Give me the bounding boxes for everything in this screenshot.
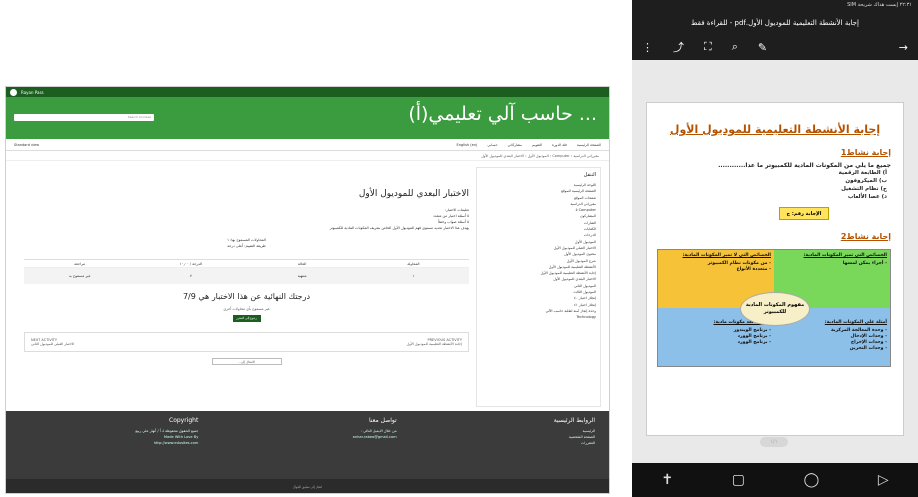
menu-item-categories[interactable]: فئة الدورة [552,143,567,147]
site-title: حاسب آلي تعليمي(أ) ... [408,103,597,125]
site-footer: الروابط الرئيسية الرئيسية الصفحة الشخصية… [6,411,609,479]
next-activity-link[interactable]: NEXT ACTIVITY الاختبار القبلي للموديول ا… [31,338,74,346]
page-indicator: ١/١ [760,437,788,447]
pdf-toolbar: ⋮ ⤴ ⛶ ⌕ ✎ → [632,34,918,60]
column-header: المحاولة [407,261,420,266]
back-icon[interactable]: ▷ [878,472,889,488]
fullscreen-icon[interactable]: ⛶ [704,40,712,54]
option: أ) الطابعة الرقمية [838,170,887,176]
final-grade: درجتك النهائية عن هذا الاختبار هي 7/9 [182,292,311,301]
edit-icon[interactable]: ✎ [758,41,767,54]
footer-contact-title: تواصل معنا [368,417,397,424]
table-cell: ١ [412,274,415,278]
more-menu-icon[interactable]: ⋮ [642,41,653,54]
search-icon[interactable]: ⌕ [732,40,738,54]
share-icon[interactable]: ⤴ [673,39,684,55]
recents-icon[interactable]: ▢ [732,472,745,488]
browser-tab-title[interactable]: Rayan Pass [21,90,44,95]
status-bar: ٢٢:٣١ إيست هداك شريحة SIM [632,0,918,12]
menu-item-calendar[interactable]: التقويم [532,143,542,147]
column-header: الدرجة / ١٠٫٠٠ [179,261,202,266]
footer-links: الروابط الرئيسية الرئيسية الصفحة الشخصية… [417,417,595,473]
quiz-main: الاختبار البعدي للموديول الأول تعليمات ا… [24,167,469,365]
main-menu: الصفحة الرئيسية فئة الدورة التقويم مشارك… [6,139,609,151]
jump-to-select[interactable]: الانتقال إلى... [211,358,282,365]
page-content: التنقل اللوحة الرئيسية الصفحة الرئيسية لل… [6,163,609,411]
footer-email[interactable]: anhar.rabea@gmail.com [218,434,397,440]
option: ب) الميكروفون [845,178,887,184]
activity-2-heading: إجابة نشاط2 [840,232,891,241]
standard-view-toggle[interactable]: Standard view [14,143,39,147]
pdf-page: إجابة الأنشطة التعليمية للموديول الأول إ… [646,102,904,436]
back-arrow-icon[interactable]: → [899,41,908,54]
footer-links-title: الروابط الرئيسية [553,417,595,424]
menu-item-account[interactable]: حسابي [487,143,497,147]
activity-1-heading: إجابة نشاط1 [840,148,891,157]
cell-item: - متعددة الأنواع [736,267,771,272]
frayer-model-diagram: الخصائص التي تميز المكونات المادية: - أج… [657,249,891,367]
document-title: إجابة الأنشطة التعليمية للموديول الأول [669,123,881,136]
cell-title: الخصائص التي تميز المكونات المادية: [803,253,887,258]
table-cell: منتهية [297,274,307,278]
cell-item: - وحدات التخزين [849,346,887,351]
desktop-browser-window: Rayan Pass Search Courses حاسب آلي تعليم… [5,86,610,494]
question-1: جميع ما يلي من المكونات المادية للكمبيوت… [718,162,891,169]
navigation-block: التنقل اللوحة الرئيسية الصفحة الرئيسية لل… [476,167,601,407]
cell-item: - برنامج الوورد [737,340,771,345]
menu-item-my-courses[interactable]: مشاركاتي [508,143,522,147]
phone-screen: ٢٢:٣١ إيست هداك شريحة SIM إجابة الأنشطة … [632,0,918,497]
pdf-title: إجابة الأنشطة التعليمية للموديول الأول.p… [632,12,918,34]
mobile-app-link[interactable]: انتقل إلى تطبيق الجوال [6,479,609,493]
no-more-attempts: غير مسموح بأي محاولات أخرى [223,307,270,311]
navigation-list: اللوحة الرئيسية الصفحة الرئيسية للموقع صفح… [481,182,596,321]
attempts-table: المحاولة الحالة الدرجة / ١٠٫٠٠ مراجعة ١ … [24,259,469,284]
activity-navigation: PREVIOUS ACTIVITY إجابة الأنشطة التعليمي… [24,332,469,352]
answer-box: الإجابة رقم: ج [779,207,829,220]
footer-site-link[interactable]: http://www.edusites.com [20,440,199,446]
table-cell: غير مسموح به [68,274,91,278]
cell-title: الخصائص التي لا تميز المكونات المادية: [682,253,771,258]
column-header: مراجعة [74,261,86,266]
sidebar-item[interactable]: Technology [481,314,596,320]
concept-center: مفهوم المكونات المادية للكمبيوتر [740,292,810,326]
previous-activity-name: إجابة الأنشطة التعليمية للموديول الأول [406,342,462,346]
next-activity-name: الاختبار القبلي للموديول الثاني [31,342,75,346]
option: د) عصا الألعاب [847,194,887,200]
previous-activity-link[interactable]: PREVIOUS ACTIVITY إجابة الأنشطة التعليمي… [407,338,462,346]
column-header: الحالة [297,261,307,266]
navigation-title: التنقل [583,172,596,178]
browser-tab-bar: Rayan Pass [6,87,609,97]
attempts-table-header: المحاولة الحالة الدرجة / ١٠٫٠٠ مراجعة [24,260,469,268]
breadcrumb[interactable]: مقرراتي الدراسية ‹ Computer ‹ الموديول ا… [6,151,609,161]
table-cell: ٧ [189,274,192,278]
option: ج) نظام التشغيل [841,186,887,192]
accessibility-icon[interactable]: ✝ [661,472,673,488]
footer-copyright: Copyright جميع الحقوق محفوظة لـ أ / أنها… [20,417,198,473]
menu-item-language[interactable]: English (en) [457,143,478,147]
cell-item: - أجزاء يمكن لمسها [842,261,887,266]
grading-method: طريقة التقييم: أعلى درجة [227,244,266,248]
footer-link[interactable]: المقررات [417,440,595,446]
footer-contact: تواصل معنا من خلال الايميل التالي : anha… [218,417,397,473]
android-nav-bar: ✝ ▢ ◯ ▷ [632,463,918,497]
back-to-course-button[interactable]: رجوع إلى المقرر [232,315,261,322]
home-icon[interactable]: ◯ [804,472,820,488]
course-search-input[interactable]: Search Courses [14,114,154,121]
quiz-description: يهدف هذا الاختبار تحديد مستوى فهم المودي… [329,226,469,230]
site-header: Search Courses حاسب آلي تعليمي(أ) ... [6,97,609,139]
footer-copyright-title: Copyright [169,417,199,424]
screenshot: Rayan Pass Search Courses حاسب آلي تعليم… [0,0,918,497]
table-row: ١ منتهية ٧ غير مسموح به [24,268,469,284]
page-title: الاختبار البعدي للموديول الأول [358,189,469,199]
menu-item-home[interactable]: الصفحة الرئيسية [577,143,601,147]
chrome-icon [10,88,17,96]
